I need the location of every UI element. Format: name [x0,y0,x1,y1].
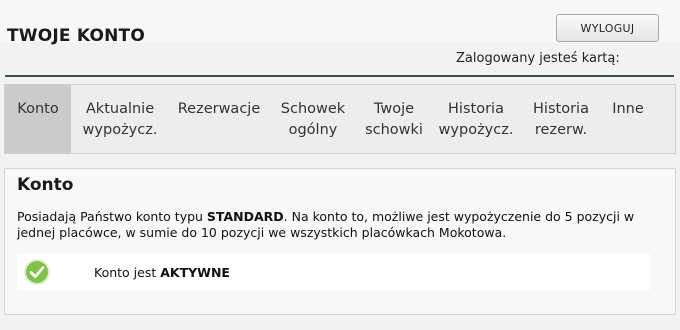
page-title: TWOJE KONTO [7,26,145,46]
tab-label: Schowek ogólny [280,101,346,138]
account-description: Posiadają Państwo konto typu STANDARD. N… [17,209,635,240]
tab-rezerwacje[interactable]: Rezerwacje [169,85,269,153]
tab-aktualnie-wypozycz[interactable]: Aktualnie wypożycz. [71,85,169,153]
tab-label: Historia wypożycz. [438,101,514,138]
tab-label: Inne [612,101,644,117]
tab-label: Rezerwacje [177,101,261,117]
check-circle-icon [24,259,50,285]
tab-label: Historia rezerw. [533,101,589,138]
tab-inne[interactable]: Inne [601,85,655,153]
login-info: Zalogowany jesteś kartą: [456,51,620,66]
header-divider [5,75,674,77]
tab-schowek-ogolny[interactable]: Schowek ogólny [269,85,357,153]
account-tabs: Konto Aktualnie wypożycz. Rezerwacje Scho… [4,84,676,154]
tab-label: Twoje schowki [365,101,423,138]
tab-historia-wypozycz[interactable]: Historia wypożycz. [431,85,521,153]
tab-label: Konto [17,101,59,117]
tab-twoje-schowki[interactable]: Twoje schowki [357,85,431,153]
status-value: AKTYWNE [160,265,230,280]
account-status: Konto jest AKTYWNE [17,254,650,290]
tab-historia-rezerw[interactable]: Historia rezerw. [521,85,601,153]
account-panel: Konto Posiadają Państwo konto typu STAND… [4,168,676,315]
logout-button[interactable]: WYLOGUJ [556,14,659,42]
account-type: STANDARD [206,209,284,224]
tab-label: Aktualnie wypożycz. [82,101,158,138]
account-title: Konto [17,175,74,195]
status-text: Konto jest AKTYWNE [94,265,230,280]
tab-konto[interactable]: Konto [5,85,71,153]
